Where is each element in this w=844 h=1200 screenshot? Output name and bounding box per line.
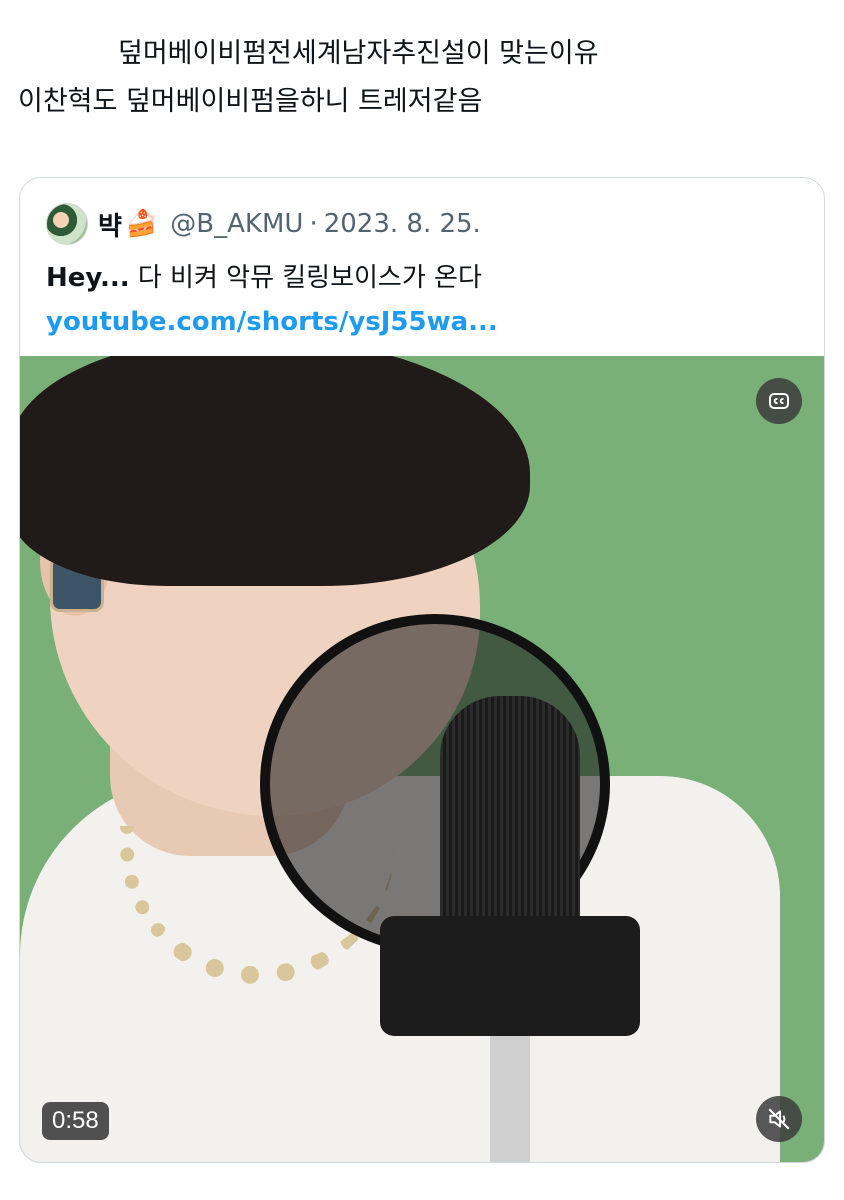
mute-button[interactable] <box>756 1096 802 1142</box>
video-player[interactable]: 0:58 <box>20 356 824 1162</box>
display-name[interactable]: 뱍 <box>98 206 122 243</box>
post-text-line-1: 덮머베이비펌전세계남자추진설이 맞는이유 <box>118 38 599 69</box>
video-duration: 0:58 <box>42 1102 109 1140</box>
video-frame-mic-mount <box>380 916 640 1036</box>
closed-captions-icon <box>769 393 789 409</box>
closed-captions-button[interactable] <box>756 378 802 424</box>
quoted-post-header: 뱍 🍰 @B_AKMU · 2023. 8. 25. <box>46 203 481 245</box>
video-frame-hair <box>20 356 530 586</box>
quoted-post-text-bold: Hey... <box>46 263 130 293</box>
youtube-link[interactable]: youtube.com/shorts/ysJ55wa... <box>46 302 498 342</box>
post-text-line-2: 이찬혁도 덮머베이비펌을하니 트레저같음 <box>18 86 483 117</box>
avatar[interactable] <box>46 203 88 245</box>
separator-dot: · <box>309 209 318 239</box>
post-text: 덮머베이비펌전세계남자추진설이 맞는이유 이찬혁도 덮머베이비펌을하니 트레저같… <box>18 30 818 126</box>
quoted-post-text: Hey... 다 비켜 악뮤 킬링보이스가 온다 <box>46 258 482 298</box>
quoted-post-card[interactable]: 뱍 🍰 @B_AKMU · 2023. 8. 25. Hey... 다 비켜 악… <box>19 177 825 1163</box>
quoted-post-text-rest: 다 비켜 악뮤 킬링보이스가 온다 <box>129 263 482 293</box>
user-handle[interactable]: @B_AKMU <box>170 209 303 239</box>
cake-icon: 🍰 <box>125 209 159 239</box>
video-frame-mic-stand <box>490 1036 530 1162</box>
video-frame-microphone <box>440 696 580 926</box>
post-date[interactable]: 2023. 8. 25. <box>324 209 481 239</box>
muted-speaker-icon <box>768 1108 790 1130</box>
